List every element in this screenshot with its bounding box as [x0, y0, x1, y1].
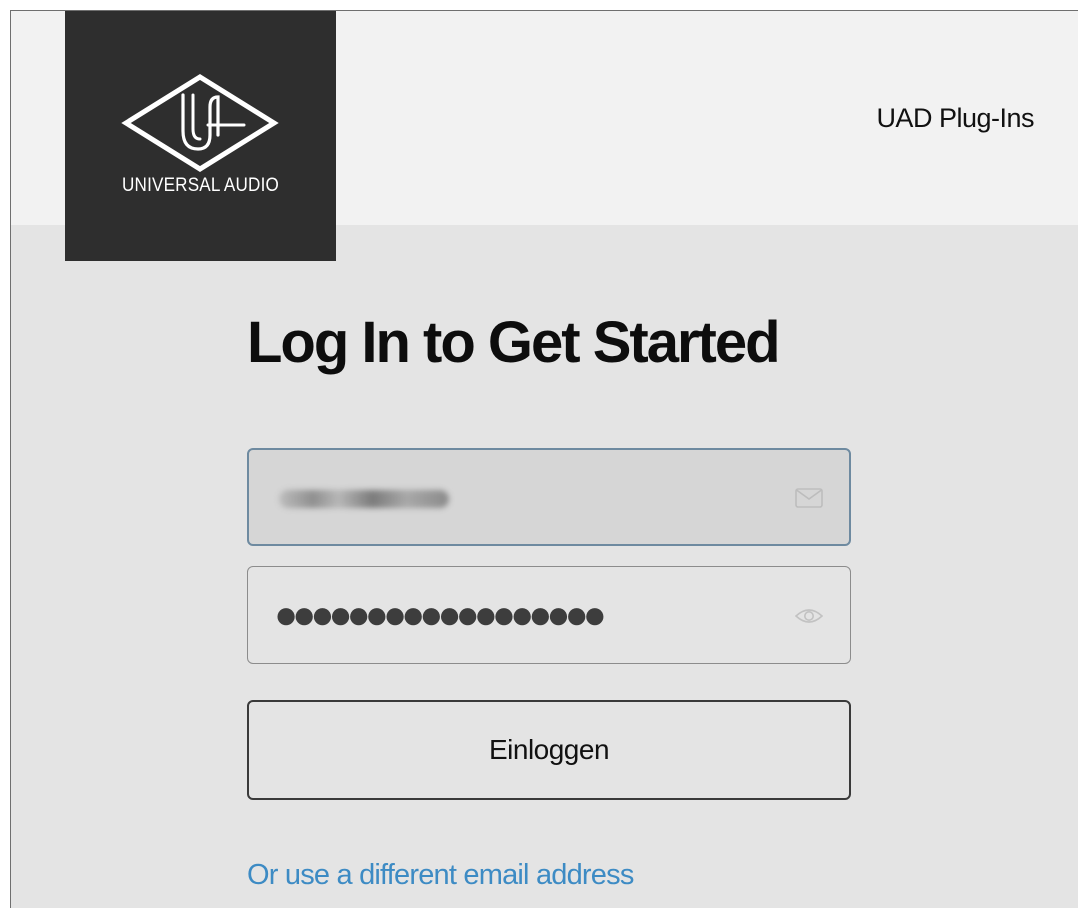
- password-mask: ●●●●●●●●●●●●●●●●●●: [274, 593, 607, 637]
- login-button[interactable]: Einloggen: [247, 700, 851, 800]
- mail-icon: [795, 488, 823, 508]
- eye-icon[interactable]: [794, 605, 824, 627]
- different-email-link[interactable]: Or use a different email address: [247, 859, 634, 892]
- nav-link-uad-plugins[interactable]: UAD Plug-Ins: [876, 103, 1034, 134]
- email-value-blurred: [279, 490, 449, 508]
- password-field[interactable]: ●●●●●●●●●●●●●●●●●●: [247, 566, 851, 664]
- login-page: UAD Plug-Ins UNIVERSAL AUDIO Log In to G…: [10, 10, 1078, 908]
- email-field[interactable]: [247, 448, 851, 546]
- logo-wordmark: UNIVERSAL AUDIO: [122, 175, 279, 196]
- ua-diamond-logo-icon: [121, 74, 279, 172]
- page-title: Log In to Get Started: [247, 310, 781, 375]
- universal-audio-logo[interactable]: UNIVERSAL AUDIO: [65, 11, 336, 261]
